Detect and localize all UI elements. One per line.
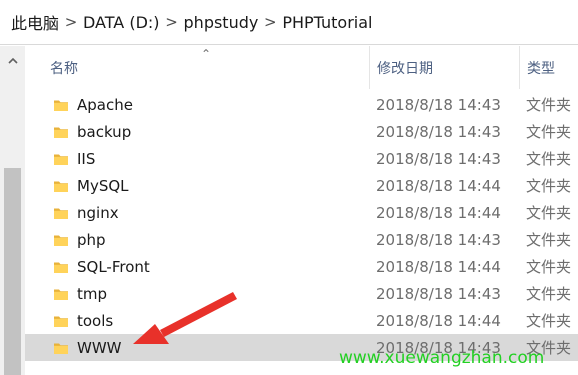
address-bar[interactable]: 此电脑 > DATA (D:) > phpstudy > PHPTutorial xyxy=(0,0,578,45)
file-modified-date: 2018/8/18 14:43 xyxy=(376,284,501,303)
file-name[interactable]: MySQL xyxy=(77,172,129,199)
breadcrumb-this-pc[interactable]: 此电脑 xyxy=(10,10,60,34)
file-modified-date: 2018/8/18 14:43 xyxy=(376,122,501,141)
file-type: 文件夹 xyxy=(526,312,572,330)
column-name-header[interactable]: 名称 xyxy=(25,46,369,89)
file-row[interactable]: Apache 2018/8/18 14:43 文件夹 xyxy=(25,91,578,118)
folder-icon xyxy=(53,334,69,361)
folder-icon xyxy=(53,253,69,280)
file-modified-date: 2018/8/18 14:43 xyxy=(376,95,501,114)
file-type: 文件夹 xyxy=(526,285,572,303)
column-date-header[interactable]: 修改日期 xyxy=(369,46,519,89)
folder-icon xyxy=(53,280,69,307)
chevron-up-icon xyxy=(7,57,18,64)
breadcrumb-separator-icon[interactable]: > xyxy=(259,13,281,31)
breadcrumb-drive[interactable]: DATA (D:) xyxy=(82,13,161,32)
file-row[interactable]: nginx 2018/8/18 14:44 文件夹 xyxy=(25,199,578,226)
breadcrumb: 此电脑 > DATA (D:) > phpstudy > PHPTutorial xyxy=(10,0,374,44)
file-type: 文件夹 xyxy=(526,123,572,141)
folder-icon xyxy=(53,307,69,334)
folder-icon xyxy=(53,145,69,172)
file-modified-date: 2018/8/18 14:44 xyxy=(376,176,501,195)
file-type: 文件夹 xyxy=(526,150,572,168)
file-modified-date: 2018/8/18 14:44 xyxy=(376,311,501,330)
file-row[interactable]: MySQL 2018/8/18 14:44 文件夹 xyxy=(25,172,578,199)
file-modified-date: 2018/8/18 14:44 xyxy=(376,203,501,222)
file-type: 文件夹 xyxy=(526,96,572,114)
watermark: www.xuewangzhan.com xyxy=(339,348,545,368)
file-row[interactable]: backup 2018/8/18 14:43 文件夹 xyxy=(25,118,578,145)
file-modified-date: 2018/8/18 14:43 xyxy=(376,149,501,168)
file-name[interactable]: nginx xyxy=(77,199,119,226)
file-type: 文件夹 xyxy=(526,204,572,222)
file-row[interactable]: tools 2018/8/18 14:44 文件夹 xyxy=(25,307,578,334)
vertical-scrollbar[interactable] xyxy=(0,46,25,375)
breadcrumb-separator-icon[interactable]: > xyxy=(60,13,82,31)
file-name[interactable]: Apache xyxy=(77,91,133,118)
folder-icon xyxy=(53,172,69,199)
file-row[interactable]: SQL-Front 2018/8/18 14:44 文件夹 xyxy=(25,253,578,280)
file-row[interactable]: tmp 2018/8/18 14:43 文件夹 xyxy=(25,280,578,307)
folder-icon xyxy=(53,118,69,145)
breadcrumb-separator-icon[interactable]: > xyxy=(161,13,183,31)
file-name[interactable]: IIS xyxy=(77,145,95,172)
file-type: 文件夹 xyxy=(526,258,572,276)
file-name[interactable]: backup xyxy=(77,118,131,145)
file-list: Apache 2018/8/18 14:43 文件夹 backup 2018/8/18 … xyxy=(25,91,578,361)
folder-icon xyxy=(53,91,69,118)
file-name[interactable]: php xyxy=(77,226,106,253)
column-type-header[interactable]: 类型 xyxy=(519,46,578,89)
file-name[interactable]: WWW xyxy=(77,334,122,361)
file-modified-date: 2018/8/18 14:43 xyxy=(376,230,501,249)
folder-icon xyxy=(53,226,69,253)
file-row[interactable]: IIS 2018/8/18 14:43 文件夹 xyxy=(25,145,578,172)
file-type: 文件夹 xyxy=(526,231,572,249)
scrollbar-thumb[interactable] xyxy=(4,168,21,375)
breadcrumb-phpstudy[interactable]: phpstudy xyxy=(183,13,260,32)
file-name[interactable]: tmp xyxy=(77,280,107,307)
file-modified-date: 2018/8/18 14:44 xyxy=(376,257,501,276)
scroll-up-button[interactable] xyxy=(0,46,25,74)
folder-icon xyxy=(53,199,69,226)
file-name[interactable]: tools xyxy=(77,307,113,334)
file-name[interactable]: SQL-Front xyxy=(77,253,150,280)
file-type: 文件夹 xyxy=(526,177,572,195)
file-row[interactable]: php 2018/8/18 14:43 文件夹 xyxy=(25,226,578,253)
breadcrumb-phptutorial[interactable]: PHPTutorial xyxy=(281,13,373,32)
column-header: ⌃ 名称 修改日期 类型 xyxy=(25,46,578,89)
